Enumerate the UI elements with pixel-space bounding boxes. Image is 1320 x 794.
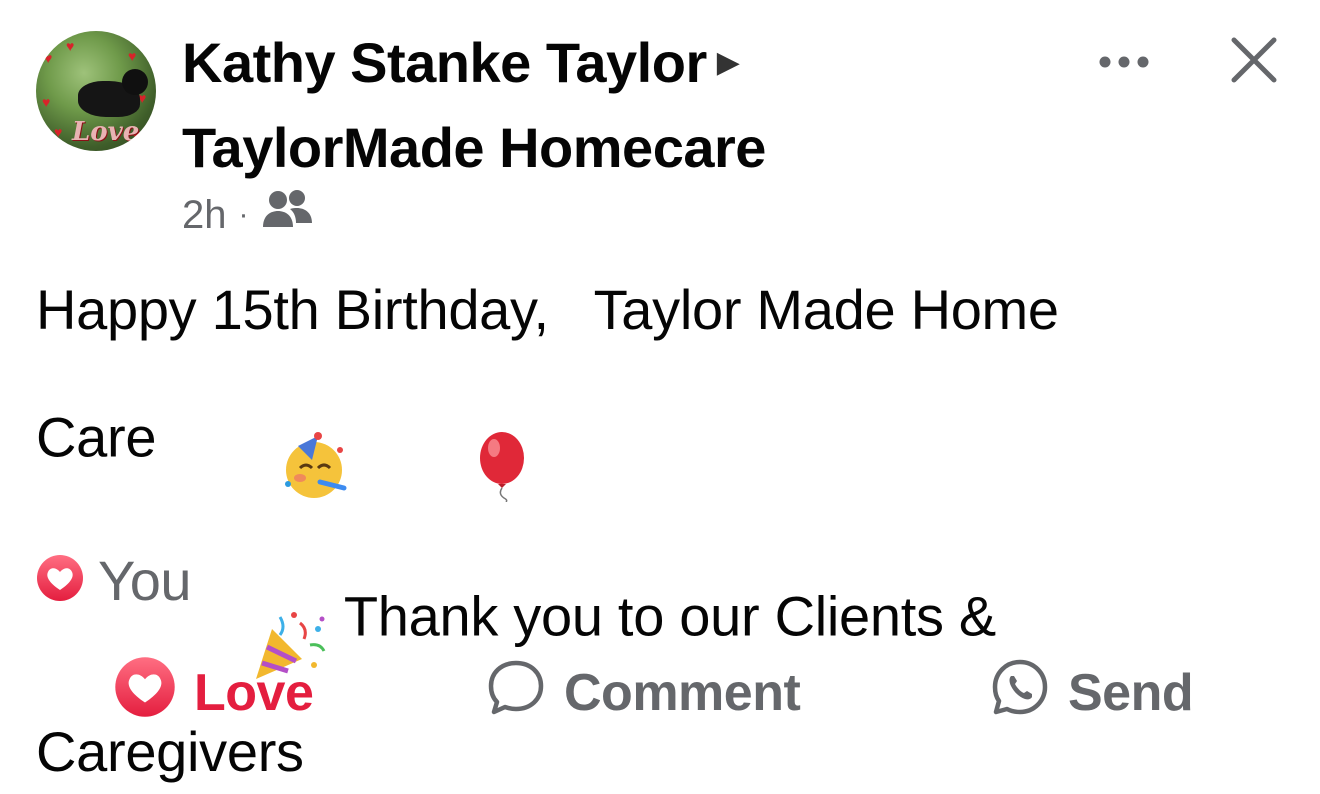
post-text-segment: Care xyxy=(36,405,157,469)
send-label: Send xyxy=(1068,664,1194,722)
whatsapp-icon xyxy=(990,657,1050,730)
comment-label: Comment xyxy=(564,664,801,722)
author-name[interactable]: Kathy Stanke Taylor xyxy=(182,31,707,94)
post-text-line: Happy 15th Birthday, Taylor Made Home xyxy=(36,278,1059,341)
right-triangle-icon: ▶ xyxy=(716,46,740,80)
comment-icon xyxy=(486,657,546,730)
heart-decoration-icon: ♥ xyxy=(44,50,53,66)
heart-decoration-icon: ♥ xyxy=(54,124,63,140)
heart-reaction-icon xyxy=(36,554,84,607)
friends-icon[interactable] xyxy=(261,187,315,243)
dog-head-image xyxy=(122,69,148,95)
more-options-button[interactable] xyxy=(1092,40,1156,84)
group-name[interactable]: TaylorMade Homecare xyxy=(182,115,766,181)
heart-reaction-icon xyxy=(114,656,176,731)
post-meta: 2h · xyxy=(182,190,315,240)
avatar-caption: Love xyxy=(72,117,140,147)
meta-separator: · xyxy=(238,198,249,231)
balloon-icon xyxy=(350,346,532,525)
reaction-label: You xyxy=(98,548,192,612)
reaction-summary[interactable]: You xyxy=(36,548,192,612)
post-card: ♥ ♥ ♥ ♥ ♥ ♥ ♥ Love Kathy Stanke Taylor ▶ … xyxy=(0,0,1320,783)
post-text-segment: Thank you to our Clients & xyxy=(329,584,996,648)
heart-decoration-icon: ♥ xyxy=(128,48,137,64)
more-dots-icon xyxy=(1099,56,1149,68)
timestamp[interactable]: 2h xyxy=(182,193,227,238)
partying-face-icon xyxy=(156,346,350,525)
heart-decoration-icon: ♥ xyxy=(42,94,51,110)
avatar[interactable]: ♥ ♥ ♥ ♥ ♥ ♥ ♥ Love xyxy=(36,31,156,151)
comment-button[interactable]: Comment xyxy=(486,655,801,731)
love-label: Love xyxy=(194,664,314,722)
author-line: Kathy Stanke Taylor ▶ xyxy=(182,30,740,100)
close-icon xyxy=(1231,37,1277,83)
close-button[interactable] xyxy=(1222,28,1286,92)
love-button[interactable]: Love xyxy=(114,655,314,731)
heart-decoration-icon: ♥ xyxy=(66,38,75,54)
action-bar: Love Comment Send xyxy=(0,655,1320,731)
send-button[interactable]: Send xyxy=(990,655,1194,731)
